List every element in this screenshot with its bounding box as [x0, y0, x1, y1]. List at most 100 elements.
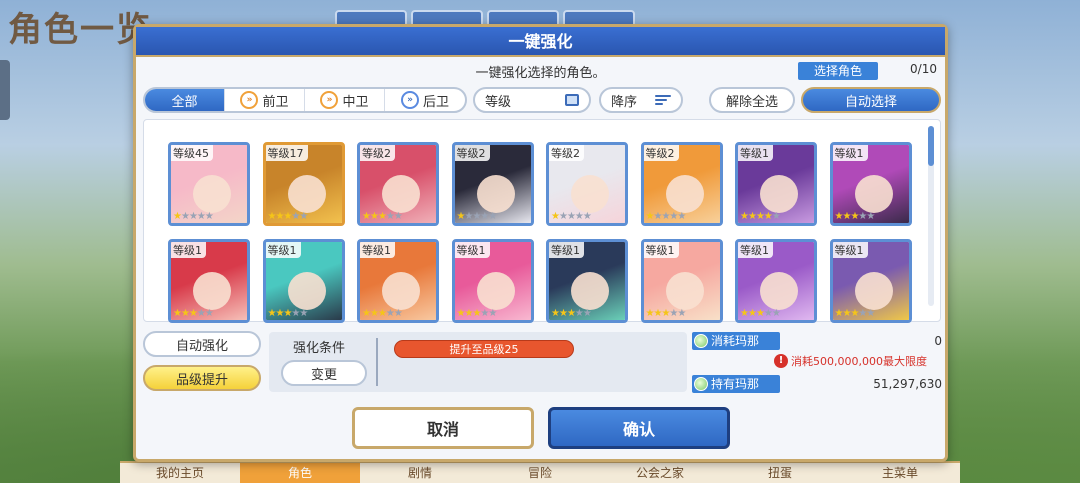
- auto-select-button[interactable]: 自动选择: [801, 87, 941, 113]
- tab-front-label: 前卫: [262, 94, 289, 110]
- star-icon: ★: [488, 211, 497, 222]
- tab-back[interactable]: » 后卫: [385, 89, 465, 111]
- chevron-icon: »: [400, 91, 419, 109]
- auto-enhance-button[interactable]: 自动强化: [143, 331, 261, 357]
- character-card[interactable]: 等级1 ★★★★★: [357, 239, 439, 323]
- character-card[interactable]: 等级2 ★★★★★: [357, 142, 439, 226]
- clear-selection-button[interactable]: 解除全选: [709, 87, 795, 113]
- bottom-nav-guild: 公会之家: [635, 466, 684, 480]
- tab-middle-label: 中卫: [342, 94, 369, 110]
- character-card[interactable]: 等级1 ★★★★★: [829, 142, 912, 226]
- bottom-nav-home: 我的主页: [155, 466, 204, 480]
- cancel-button[interactable]: 取消: [352, 407, 534, 449]
- enhance-mode-buttons: 自动强化 品级提升: [143, 331, 261, 391]
- star-icon: ★: [866, 308, 875, 319]
- star-icon: ★: [582, 211, 592, 222]
- star-rating: ★★★★★: [268, 308, 309, 319]
- star-icon: ★: [740, 308, 749, 319]
- character-card[interactable]: 等级1 ★★★★★: [262, 239, 345, 323]
- bottom-nav-story: 剧情: [407, 466, 432, 480]
- character-level: 等级2: [549, 145, 584, 161]
- star-icon: ★: [299, 211, 308, 222]
- star-icon: ★: [558, 211, 568, 222]
- character-card[interactable]: 等级2 ★★★★★: [640, 142, 723, 226]
- star-icon: ★: [393, 308, 403, 319]
- condition-tag: 提升至品级25: [394, 340, 574, 358]
- star-icon: ★: [755, 308, 765, 319]
- character-grid-panel: 等级45 ★★★★★ 等级17 ★★★★★ 等级2 ★★★★★ 等级2 ★★★★★ 等级2 ★★★…: [143, 119, 941, 323]
- star-rating: ★★★★★: [835, 211, 876, 222]
- character-card[interactable]: 等级45 ★★★★★: [168, 142, 250, 226]
- star-rating: ★★★★★: [173, 211, 214, 222]
- star-rating: ★★★★★: [173, 308, 214, 319]
- bulk-enhance-dialog: 一键强化 一键强化选择的角色。 选择角色 0/10 全部 » 前卫 » 中卫 »…: [133, 24, 948, 462]
- side-drawer-handle: [0, 60, 10, 120]
- character-card[interactable]: 等级2 ★★★★★: [546, 142, 628, 226]
- character-level: 等级1: [360, 242, 395, 258]
- select-character-label: 选择角色: [798, 62, 878, 80]
- character-card[interactable]: 等级17 ★★★★★: [262, 142, 345, 226]
- mana-icon: [694, 334, 708, 348]
- character-level: 等级1: [832, 242, 868, 258]
- star-icon: ★: [180, 308, 190, 319]
- star-icon: ★: [393, 211, 403, 222]
- star-icon: ★: [747, 308, 757, 319]
- condition-divider: [376, 338, 378, 386]
- warning-icon: !: [774, 354, 788, 368]
- character-grid: 等级45 ★★★★★ 等级17 ★★★★★ 等级2 ★★★★★ 等级2 ★★★★★ 等级2 ★★★…: [168, 142, 912, 323]
- character-card[interactable]: 等级1 ★★★★★: [640, 239, 723, 323]
- character-card[interactable]: 等级1 ★★★★★: [546, 239, 628, 323]
- tab-middle[interactable]: » 中卫: [305, 89, 385, 111]
- star-rating: ★★★★★: [362, 308, 403, 319]
- confirm-button[interactable]: 确认: [548, 407, 730, 449]
- bottom-nav-menu: 主菜单: [881, 466, 918, 480]
- tab-all[interactable]: 全部: [145, 89, 225, 111]
- character-level: 等级1: [738, 242, 773, 258]
- star-icon: ★: [369, 211, 379, 222]
- character-level: 等级17: [265, 145, 308, 161]
- star-icon: ★: [677, 211, 686, 222]
- character-card[interactable]: 等级2 ★★★★★: [451, 142, 534, 226]
- mana-owned-value: 51,297,630: [873, 377, 942, 391]
- star-rating: ★★★★★: [362, 211, 403, 222]
- star-icon: ★: [196, 211, 206, 222]
- sort-button[interactable]: 等级: [473, 87, 591, 113]
- order-button[interactable]: 降序: [599, 87, 683, 113]
- mana-owned-text: 持有玛那: [711, 377, 760, 391]
- tab-all-label: 全部: [171, 94, 198, 110]
- star-icon: ★: [755, 211, 765, 222]
- star-icon: ★: [204, 211, 214, 222]
- change-condition-button[interactable]: 变更: [281, 360, 367, 386]
- star-icon: ★: [551, 308, 560, 319]
- character-card[interactable]: 等级1 ★★★★★: [735, 239, 817, 323]
- character-card[interactable]: 等级1 ★★★★★: [829, 239, 912, 323]
- star-icon: ★: [740, 211, 749, 222]
- star-icon: ★: [385, 308, 395, 319]
- star-icon: ★: [362, 308, 371, 319]
- condition-panel: 强化条件 变更 提升至品级25: [269, 332, 687, 392]
- grid-scrollbar[interactable]: [928, 126, 934, 306]
- star-icon: ★: [771, 308, 781, 319]
- character-level: 等级1: [738, 145, 773, 161]
- star-icon: ★: [385, 211, 395, 222]
- character-card[interactable]: 等级1 ★★★★★: [735, 142, 817, 226]
- star-icon: ★: [582, 308, 592, 319]
- character-card[interactable]: 等级1 ★★★★★: [168, 239, 250, 323]
- tab-front[interactable]: » 前卫: [225, 89, 305, 111]
- character-card[interactable]: 等级1 ★★★★★: [451, 239, 534, 323]
- mana-cost-row: 消耗玛那 0: [692, 332, 942, 350]
- character-level: 等级1: [454, 242, 490, 258]
- star-icon: ★: [188, 211, 198, 222]
- star-icon: ★: [173, 211, 182, 222]
- star-rating: ★★★★★: [646, 308, 687, 319]
- star-icon: ★: [204, 308, 214, 319]
- rank-up-button[interactable]: 品级提升: [143, 365, 261, 391]
- star-rating: ★★★★★: [740, 211, 781, 222]
- star-icon: ★: [362, 211, 371, 222]
- star-icon: ★: [771, 211, 781, 222]
- star-icon: ★: [566, 211, 576, 222]
- sort-window-icon: [565, 94, 579, 106]
- grid-scroll-thumb[interactable]: [928, 126, 934, 166]
- character-level: 等级2: [454, 145, 490, 161]
- star-icon: ★: [866, 211, 875, 222]
